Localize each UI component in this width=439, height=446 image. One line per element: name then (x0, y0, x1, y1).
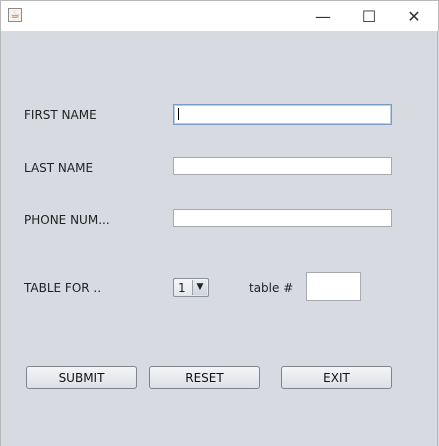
table-for-selected-value: 1 (178, 281, 186, 295)
last-name-field[interactable] (173, 157, 392, 175)
table-number-label: table # (249, 281, 294, 295)
first-name-label: FIRST NAME (24, 108, 97, 122)
text-caret (178, 108, 179, 120)
close-button[interactable]: ✕ (392, 1, 436, 31)
title-bar: ☕ — ☐ ✕ (0, 0, 439, 31)
minimize-button[interactable]: — (301, 1, 345, 31)
submit-button[interactable]: SUBMIT (26, 366, 137, 389)
reset-button[interactable]: RESET (149, 366, 260, 389)
exit-button[interactable]: EXIT (281, 366, 392, 389)
table-for-select[interactable]: 1 ▼ (173, 278, 209, 297)
table-number-field[interactable] (306, 272, 361, 301)
java-cup-icon: ☕ (8, 8, 22, 22)
first-name-field[interactable] (173, 104, 392, 125)
chevron-down-icon[interactable]: ▼ (192, 280, 207, 295)
phone-number-label: PHONE NUM... (24, 213, 110, 227)
phone-number-field[interactable] (173, 209, 392, 227)
maximize-button[interactable]: ☐ (347, 1, 391, 31)
last-name-label: LAST NAME (24, 161, 94, 175)
table-for-label: TABLE FOR .. (24, 281, 102, 295)
